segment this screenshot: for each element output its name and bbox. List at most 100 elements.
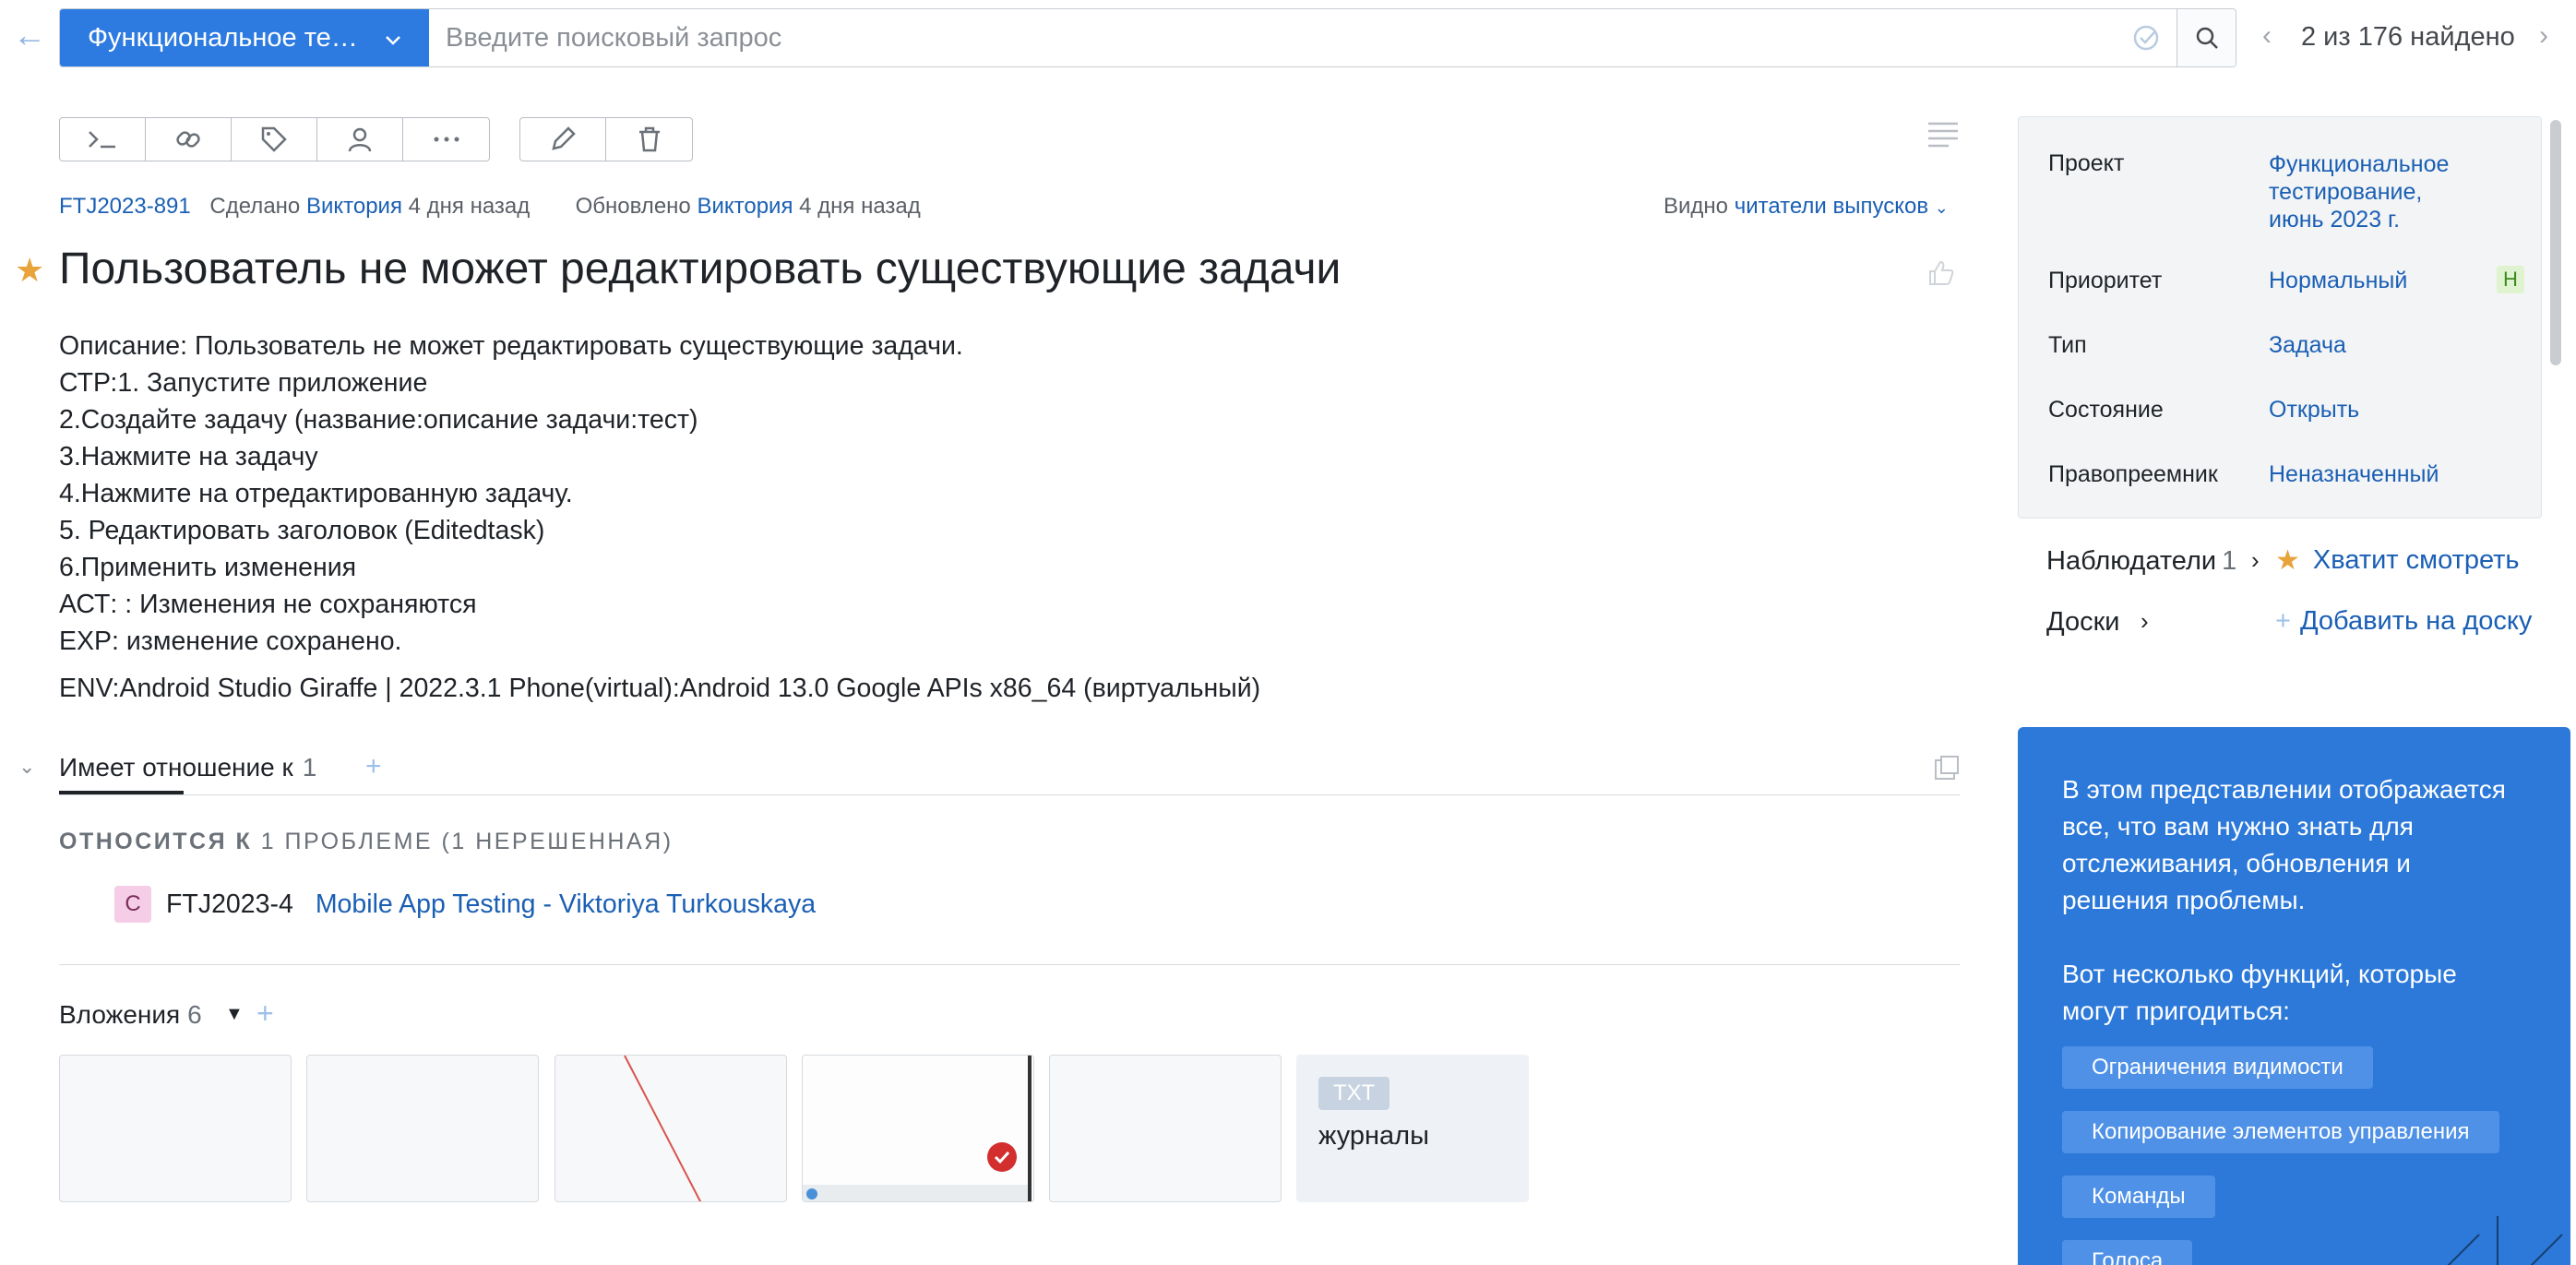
divider (59, 794, 1960, 795)
attachments-count: 6 (187, 1000, 202, 1029)
visibility-value[interactable]: читатели выпусков (1735, 194, 1928, 219)
search-button[interactable] (2176, 9, 2236, 66)
description-line: 5. Редактировать заголовок (Editedtask) (59, 516, 545, 545)
search-scope-dropdown[interactable]: Функциональное тестирование, июнь 2023 г… (60, 9, 429, 66)
chip-commands[interactable]: Команды (2062, 1175, 2215, 1218)
attachments-label: Вложения (59, 1000, 181, 1029)
related-issue-key[interactable]: FTJ2023-4 (166, 889, 293, 920)
more-dots-icon (434, 137, 459, 142)
issue-meta: FTJ2023-891 Сделано Виктория 4 дня назад… (59, 194, 921, 220)
caret-down-icon[interactable]: ▼ (225, 1004, 244, 1025)
plus-icon: + (2275, 606, 2291, 636)
boards-button[interactable]: Доски (2046, 607, 2119, 638)
description-line: 3.Нажмите на задачу (59, 442, 318, 471)
chevron-down-icon: ⌄ (1934, 198, 1949, 217)
attachment-thumbnail[interactable] (1049, 1055, 1282, 1202)
delete-button[interactable] (606, 118, 692, 161)
chevron-right-icon[interactable]: › (2251, 546, 2260, 575)
outline-icon[interactable] (1926, 120, 1960, 154)
attachment-thumbnail[interactable] (306, 1055, 539, 1202)
issue-title[interactable]: Пользователь не может редактировать суще… (59, 244, 1341, 294)
updated-prefix: Обновлено (575, 194, 691, 219)
star-icon: ★ (2275, 545, 2300, 576)
description-line: 6.Применить изменения (59, 553, 357, 582)
description-line: 2.Создайте задачу (название:описание зад… (59, 405, 698, 435)
field-label-state: Состояние (2048, 397, 2164, 423)
issue-description[interactable]: Описание: Пользователь не может редактир… (59, 328, 963, 660)
watchers-button[interactable]: Наблюдатели 1 (2046, 546, 2236, 577)
attachment-thumbnail[interactable] (555, 1055, 787, 1202)
command-button[interactable] (60, 118, 146, 161)
add-relation-icon[interactable]: + (365, 751, 382, 782)
field-value-type[interactable]: Задача (2269, 332, 2346, 359)
field-label-assignee: Правопреемник (2048, 461, 2218, 487)
visibility-prefix: Видно (1664, 194, 1729, 219)
help-panel: В этом представлении отображается все, ч… (2018, 727, 2570, 1265)
collapse-chevron-icon[interactable]: ⌄ (18, 755, 35, 779)
description-line: АСТ: : Изменения не сохраняются (59, 590, 477, 619)
related-issue-summary[interactable]: Mobile App Testing - Viktoriya Turkouska… (316, 889, 816, 920)
chip-copy-controls[interactable]: Копирование элементов управления (2062, 1111, 2499, 1153)
field-value-state[interactable]: Открыть (2269, 397, 2359, 424)
smart-search-icon[interactable] (2116, 9, 2176, 66)
description-line: 4.Нажмите на отредактированную задачу. (59, 479, 573, 508)
attachment-thumbnail[interactable] (59, 1055, 292, 1202)
visibility-control[interactable]: Видно читатели выпусков ⌄ (1664, 194, 1949, 220)
tab-count: 1 (302, 753, 317, 782)
field-label-project: Проект (2048, 150, 2125, 176)
field-value-assignee[interactable]: Неназначенный (2269, 461, 2439, 488)
updated-by-link[interactable]: Виктория (697, 194, 793, 219)
add-attachment-icon[interactable]: + (256, 996, 274, 1031)
edit-toolbar (519, 117, 693, 161)
description-line: EXP: изменение сохранено. (59, 627, 402, 656)
decorative-lines-icon (2424, 1207, 2570, 1265)
trash-icon (638, 126, 660, 152)
open-in-list-icon[interactable] (1934, 755, 1960, 785)
stop-watching-button[interactable]: ★ Хватит смотреть (2275, 544, 2520, 577)
chip-visibility-restrictions[interactable]: Ограничения видимости (2062, 1046, 2373, 1089)
relation-type: ОТНОСИТСЯ К (59, 829, 253, 854)
search-icon (2196, 27, 2218, 49)
help-intro: В этом представлении отображается все, ч… (2062, 775, 2506, 914)
pencil-icon (552, 126, 576, 150)
chevron-right-icon[interactable]: › (2141, 607, 2149, 636)
created-by-link[interactable]: Виктория (306, 194, 402, 219)
user-icon (348, 127, 372, 152)
next-result-icon[interactable]: › (2539, 20, 2548, 52)
add-to-board-button[interactable]: + Добавить на доску (2275, 605, 2543, 638)
scrollbar[interactable] (2550, 120, 2561, 365)
watchers-label: Наблюдатели (2046, 546, 2217, 576)
file-name: журналы (1318, 1121, 1429, 1151)
previous-result-icon[interactable]: ‹ (2262, 20, 2272, 52)
issue-type-badge: C (114, 886, 151, 923)
chip-votes[interactable]: Голоса (2062, 1240, 2193, 1265)
star-icon[interactable]: ★ (15, 251, 44, 290)
search-input[interactable] (429, 9, 2116, 66)
assign-button[interactable] (317, 118, 403, 161)
back-arrow-icon[interactable]: ← (13, 18, 50, 55)
related-issue-row[interactable]: C FTJ2023-4 Mobile App Testing - Viktori… (114, 886, 816, 923)
thumbs-up-icon[interactable] (1926, 258, 1956, 292)
tag-button[interactable] (232, 118, 317, 161)
field-label-priority: Приоритет (2048, 268, 2163, 293)
attachment-thumbnail[interactable] (802, 1055, 1034, 1202)
add-to-board-label: Добавить на доску (2299, 606, 2533, 636)
divider (59, 964, 1960, 965)
attachments-title[interactable]: Вложения 6 (59, 1000, 202, 1030)
field-value-priority[interactable]: Нормальный (2269, 268, 2407, 294)
environment-line: ENV:Android Studio Giraffe | 2022.3.1 Ph… (59, 674, 1261, 703)
relation-summary: 1 ПРОБЛЕМЕ (1 НЕРЕШЕННАЯ) (260, 829, 674, 854)
issue-key[interactable]: FTJ2023-891 (59, 194, 191, 219)
link-button[interactable] (146, 118, 232, 161)
attachment-text-file[interactable]: TXT журналы (1296, 1055, 1529, 1202)
result-counter: 2 из 176 найдено (2301, 22, 2515, 52)
help-features-intro: Вот несколько функций, которые могут при… (2062, 960, 2457, 1025)
field-value-project[interactable]: Функциональное тестирование, июнь 2023 г… (2269, 150, 2450, 233)
tab-related-to[interactable]: Имеет отношение к 1 (59, 753, 316, 782)
created-prefix: Сделано (209, 194, 301, 219)
edit-button[interactable] (520, 118, 606, 161)
issue-toolbar (59, 117, 490, 161)
more-button[interactable] (403, 118, 489, 161)
description-line: Описание: Пользователь не может редактир… (59, 331, 963, 361)
watchers-count: 1 (2222, 546, 2237, 576)
